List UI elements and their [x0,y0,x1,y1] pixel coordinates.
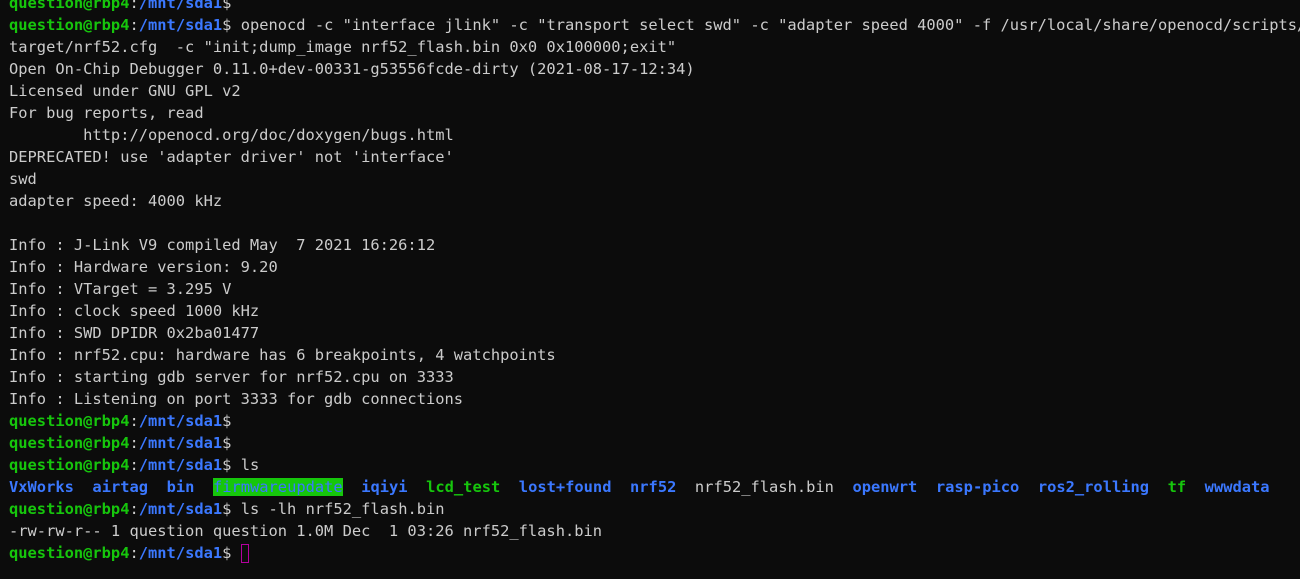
prompt-colon: : [129,16,139,34]
prompt-path: /mnt/sda1 [138,0,223,12]
ls-entry-directory: VxWorks [9,478,74,496]
prompt-colon: : [129,456,139,474]
output-line: For bug reports, read [9,104,204,122]
prompt-path: /mnt/sda1 [138,434,223,452]
prompt-colon: : [129,412,139,430]
prompt-path: /mnt/sda1 [138,456,223,474]
prompt-line: question@rbp4:/mnt/sda1$ [9,432,1300,454]
command-line: question@rbp4:/mnt/sda1$ openocd -c "int… [9,14,1300,36]
command-text: ls -lh nrf52_flash.bin [231,500,445,518]
output-line: http://openocd.org/doc/doxygen/bugs.html [9,126,454,144]
prompt-user: question@rbp4 [9,456,130,474]
prompt-user: question@rbp4 [9,0,130,12]
command-text: openocd -c "interface jlink" -c "transpo… [231,16,1300,34]
output-line: DEPRECATED! use 'adapter driver' not 'in… [9,148,454,166]
ls-output: VxWorks airtag bin firmwareupdate iqiyi … [9,476,1300,498]
info-line: Info : starting gdb server for nrf52.cpu… [9,368,454,386]
info-line: Info : Listening on port 3333 for gdb co… [9,390,464,408]
command-text: ls [231,456,260,474]
info-line: Info : J-Link V9 compiled May 7 2021 16:… [9,236,436,254]
command-line: question@rbp4:/mnt/sda1$ ls -lh nrf52_fl… [9,498,1300,520]
prompt-colon: : [129,544,139,562]
ls-entry-directory: airtag [92,478,149,496]
ls-entry-directory: nrf52 [630,478,677,496]
output-line: -rw-rw-r-- 1 question question 1.0M Dec … [9,522,603,540]
ls-entry-executable: tf [1167,478,1187,496]
text-cursor[interactable] [240,544,249,563]
ls-entry-executable: lcd_test [426,478,501,496]
ls-entry-directory: lost+found [518,478,612,496]
ls-entry-directory: iqiyi [361,478,408,496]
info-line: Info : Hardware version: 9.20 [9,258,278,276]
ls-entry-directory: bin [166,478,195,496]
active-prompt-line[interactable]: question@rbp4:/mnt/sda1$ [9,542,1300,564]
prompt-symbol: $ [222,0,232,12]
ls-entry-file: nrf52_flash.bin [694,478,834,496]
prompt-colon: : [129,434,139,452]
output-line: swd [9,170,37,188]
output-line: Licensed under GNU GPL v2 [9,82,241,100]
ls-entry-directory: wwwdata [1204,478,1270,496]
prompt-path: /mnt/sda1 [138,16,223,34]
prompt-user: question@rbp4 [9,434,130,452]
prompt-path: /mnt/sda1 [138,544,223,562]
prompt-path: /mnt/sda1 [138,500,223,518]
info-line: Info : clock speed 1000 kHz [9,302,260,320]
output-line: adapter speed: 4000 kHz [9,192,223,210]
info-line: Info : SWD DPIDR 0x2ba01477 [9,324,260,342]
prompt-path: /mnt/sda1 [138,412,223,430]
prompt-user: question@rbp4 [9,544,130,562]
info-line: Info : VTarget = 3.295 V [9,280,232,298]
prompt-colon: : [129,500,139,518]
ls-entry-directory: rasp-pico [935,478,1020,496]
info-line: Info : nrf52.cpu: hardware has 6 breakpo… [9,346,556,364]
command-line: question@rbp4:/mnt/sda1$ ls [9,454,1300,476]
prompt-symbol: $ [222,412,232,430]
prompt-colon: : [129,0,139,12]
prompt-symbol: $ [222,434,232,452]
ls-entry-directory: ros2_rolling [1037,478,1150,496]
terminal-window[interactable]: question@rbp4:/mnt/sda1$ question@rbp4:/… [0,0,1300,571]
prompt-user: question@rbp4 [9,412,130,430]
prompt-user: question@rbp4 [9,500,130,518]
prompt-line: question@rbp4:/mnt/sda1$ [9,410,1300,432]
command-continuation: target/nrf52.cfg -c "init;dump_image nrf… [9,38,677,56]
prompt-symbol: $ [222,544,232,562]
ls-entry-directory-writable: firmwareupdate [212,478,343,496]
ls-entry-directory: openwrt [852,478,918,496]
output-line: Open On-Chip Debugger 0.11.0+dev-00331-g… [9,60,695,78]
prompt-line: question@rbp4:/mnt/sda1$ [9,0,1300,14]
prompt-user: question@rbp4 [9,16,130,34]
